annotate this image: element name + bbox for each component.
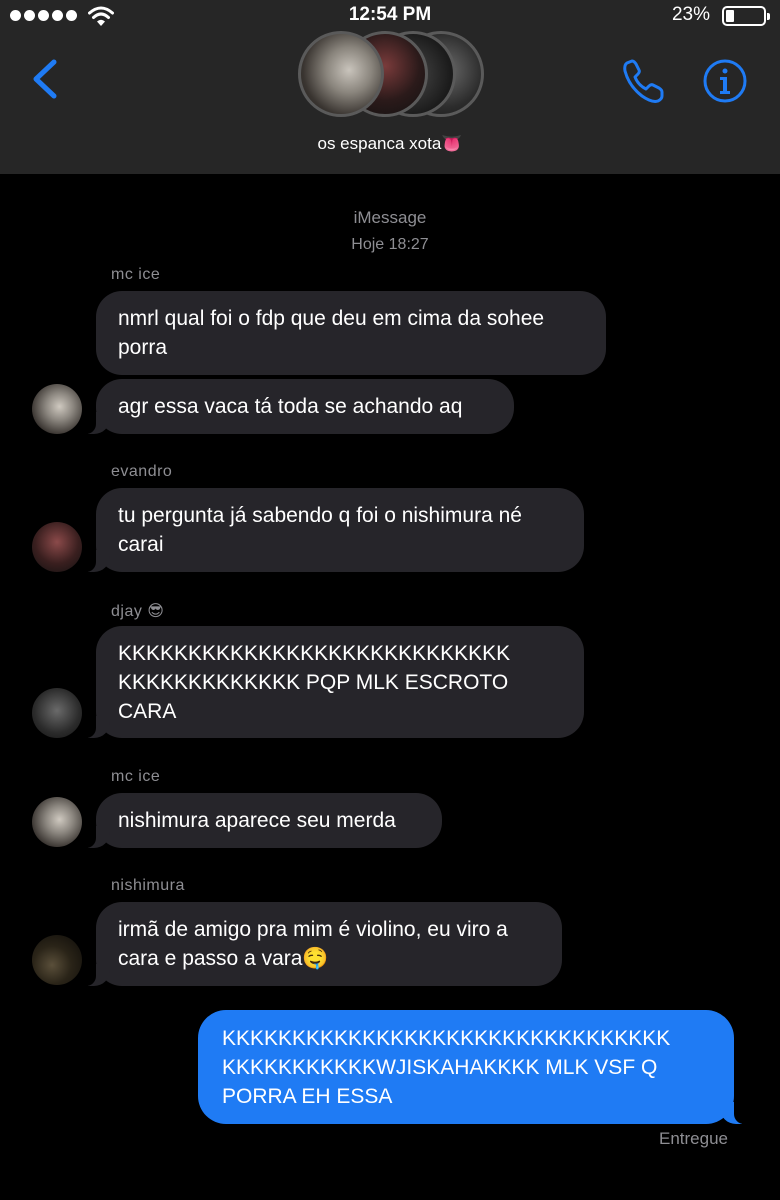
delivery-status: Entregue [659, 1129, 728, 1148]
incoming-message[interactable]: KKKKKKKKKKKKKKKKKKKKKKKKKKKK KKKKKKKKKKK… [84, 626, 584, 738]
sender-name: evandro [111, 463, 173, 480]
battery-percent: 23% [671, 4, 710, 25]
thread-timestamp: Hoje 18:27 [351, 236, 429, 253]
conversation-header: 12:54 PM 23% os espanca xota👅 [0, 0, 780, 174]
incoming-message[interactable]: nmrl qual foi o fdp que deu em cima da s… [96, 291, 606, 375]
outgoing-message[interactable]: KKKKKKKKKKKKKKKKKKKKKKKKKKKKKKKK KKKKKKK… [198, 1010, 746, 1124]
incoming-message[interactable]: irmã de amigo pra mim é violino, eu viro… [84, 902, 562, 986]
incoming-message[interactable]: nishimura aparece seu merda [84, 793, 442, 848]
avatar[interactable] [32, 384, 82, 434]
back-button[interactable] [26, 54, 66, 104]
sender-name: nishimura [111, 877, 185, 894]
avatar[interactable] [32, 797, 82, 847]
sender-name: djay 😎 [111, 603, 165, 620]
avatar[interactable] [32, 935, 82, 985]
message-thread[interactable]: iMessage Hoje 18:27 mc ice nmrl qual foi… [0, 174, 780, 1200]
phone-icon[interactable] [618, 56, 670, 108]
info-icon[interactable] [702, 58, 748, 104]
group-avatars[interactable] [298, 28, 484, 120]
status-time: 12:54 PM [348, 4, 432, 25]
service-label: iMessage [353, 208, 427, 227]
avatar[interactable] [32, 522, 82, 572]
sender-name: mc ice [111, 768, 161, 785]
sender-name: mc ice [111, 266, 161, 283]
incoming-message[interactable]: tu pergunta já sabendo q foi o nishimura… [84, 488, 584, 572]
group-name[interactable]: os espanca xota👅 [0, 134, 780, 154]
group-avatar-1 [298, 31, 384, 117]
battery-icon [722, 6, 770, 26]
incoming-message[interactable]: agr essa vaca tá toda se achando aq [84, 379, 514, 434]
avatar[interactable] [32, 688, 82, 738]
